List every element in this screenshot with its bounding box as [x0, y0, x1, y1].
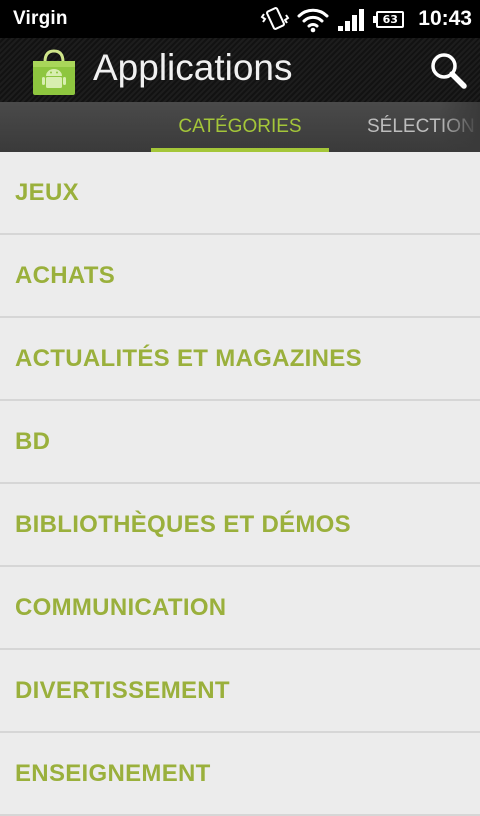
- category-list: JEUX ACHATS ACTUALITÉS ET MAGAZINES BD B…: [0, 152, 480, 816]
- action-bar: Applications: [0, 38, 480, 102]
- status-bar: Virgin 63 10:43: [0, 0, 480, 38]
- category-item-jeux[interactable]: JEUX: [0, 152, 480, 235]
- wifi-icon: [297, 8, 329, 33]
- vibrate-icon: [260, 7, 290, 30]
- market-bag-icon[interactable]: [31, 48, 77, 96]
- search-icon: [431, 53, 467, 89]
- status-icons: 63 10:43: [260, 0, 472, 38]
- tab-bar: CATÉGORIES SÉLECTION: [0, 102, 480, 152]
- category-item-bd[interactable]: BD: [0, 401, 480, 484]
- category-item-enseignement[interactable]: ENSEIGNEMENT: [0, 733, 480, 816]
- tab-fade: [440, 102, 480, 152]
- signal-icon: [338, 9, 365, 31]
- category-item-achats[interactable]: ACHATS: [0, 235, 480, 318]
- clock: 10:43: [418, 7, 472, 30]
- tab-categories[interactable]: CATÉGORIES: [151, 102, 329, 152]
- carrier-name: Virgin: [13, 8, 68, 29]
- category-item-communication[interactable]: COMMUNICATION: [0, 567, 480, 650]
- category-item-bibliotheques-et-demos[interactable]: BIBLIOTHÈQUES ET DÉMOS: [0, 484, 480, 567]
- category-item-actualites-et-magazines[interactable]: ACTUALITÉS ET MAGAZINES: [0, 318, 480, 401]
- page-title: Applications: [93, 47, 293, 88]
- search-button[interactable]: [426, 48, 470, 92]
- battery-level: 63: [382, 12, 398, 26]
- battery-icon: 63: [373, 10, 405, 28]
- category-item-divertissement[interactable]: DIVERTISSEMENT: [0, 650, 480, 733]
